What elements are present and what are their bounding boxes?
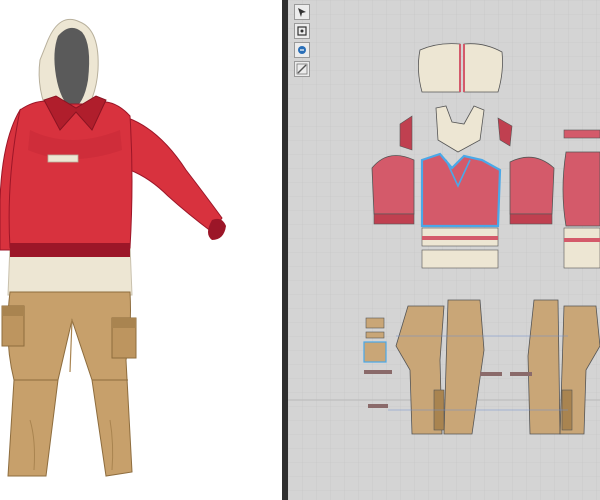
avatar-garment-render: [0, 18, 226, 477]
edit-curve-icon: [298, 46, 306, 54]
pattern-back-body: [562, 151, 600, 227]
hoodie-waistband: [10, 243, 130, 257]
right-sleeve: [127, 117, 223, 233]
segment-tool[interactable]: [294, 61, 310, 77]
3d-viewport[interactable]: [0, 0, 282, 500]
pattern-hood-left: [418, 43, 461, 93]
transform-pattern-tool[interactable]: [294, 23, 310, 39]
pattern-pants-back-right: [527, 299, 561, 435]
pattern-canvas: [288, 0, 600, 500]
pattern-hood-right: [463, 43, 503, 93]
segment-icon: [296, 63, 308, 75]
select-move-tool[interactable]: [294, 4, 310, 20]
pattern-front-body: [420, 152, 502, 228]
pattern-pocket: [365, 317, 385, 329]
pattern-sleeve-left: [371, 155, 415, 215]
transform-pattern-icon: [297, 26, 307, 36]
select-move-icon: [298, 8, 306, 17]
edit-curve-tool[interactable]: [294, 42, 310, 58]
pattern-sleeve-right: [509, 156, 555, 215]
2d-pattern-viewport[interactable]: [288, 0, 600, 500]
hoodie-body: [8, 100, 133, 249]
chest-patch: [47, 154, 79, 163]
pattern-toolbar: [294, 4, 312, 80]
